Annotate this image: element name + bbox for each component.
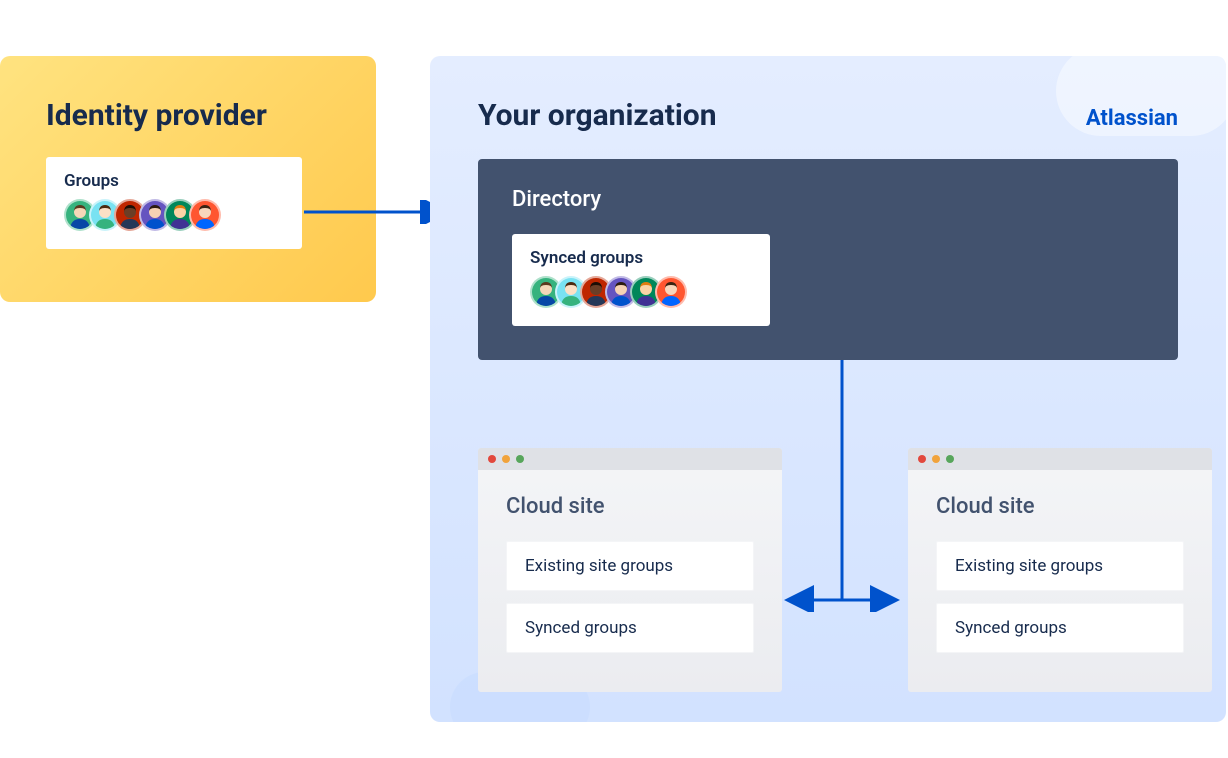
idp-groups-label: Groups xyxy=(64,171,284,191)
avatar-icon xyxy=(189,199,221,231)
idp-groups-card: Groups xyxy=(46,157,302,249)
synced-groups-pill: Synced groups xyxy=(506,603,754,653)
window-titlebar xyxy=(908,448,1212,470)
traffic-light-min-icon xyxy=(932,455,940,463)
directory-title: Directory xyxy=(512,187,1144,212)
traffic-light-min-icon xyxy=(502,455,510,463)
idp-avatars xyxy=(64,199,284,231)
directory-avatars xyxy=(530,276,752,308)
cloud-site-window: Cloud site Existing site groups Synced g… xyxy=(908,448,1212,692)
identity-provider-panel: Identity provider Groups xyxy=(0,56,376,302)
existing-groups-pill: Existing site groups xyxy=(936,541,1184,591)
cloud-site-window: Cloud site Existing site groups Synced g… xyxy=(478,448,782,692)
avatar-icon xyxy=(655,276,687,308)
window-titlebar xyxy=(478,448,782,470)
traffic-light-close-icon xyxy=(918,455,926,463)
cloud-site-title: Cloud site xyxy=(506,494,754,519)
directory-synced-card: Synced groups xyxy=(512,234,770,326)
traffic-light-max-icon xyxy=(516,455,524,463)
brand-label: Atlassian xyxy=(1086,106,1178,131)
traffic-light-max-icon xyxy=(946,455,954,463)
existing-groups-pill: Existing site groups xyxy=(506,541,754,591)
organization-title: Your organization xyxy=(478,98,717,133)
traffic-light-close-icon xyxy=(488,455,496,463)
organization-panel: Your organization Atlassian Directory Sy… xyxy=(430,56,1226,722)
cloud-site-title: Cloud site xyxy=(936,494,1184,519)
directory-panel: Directory Synced groups xyxy=(478,159,1178,360)
directory-synced-label: Synced groups xyxy=(530,248,752,268)
identity-provider-title: Identity provider xyxy=(46,98,330,133)
synced-groups-pill: Synced groups xyxy=(936,603,1184,653)
